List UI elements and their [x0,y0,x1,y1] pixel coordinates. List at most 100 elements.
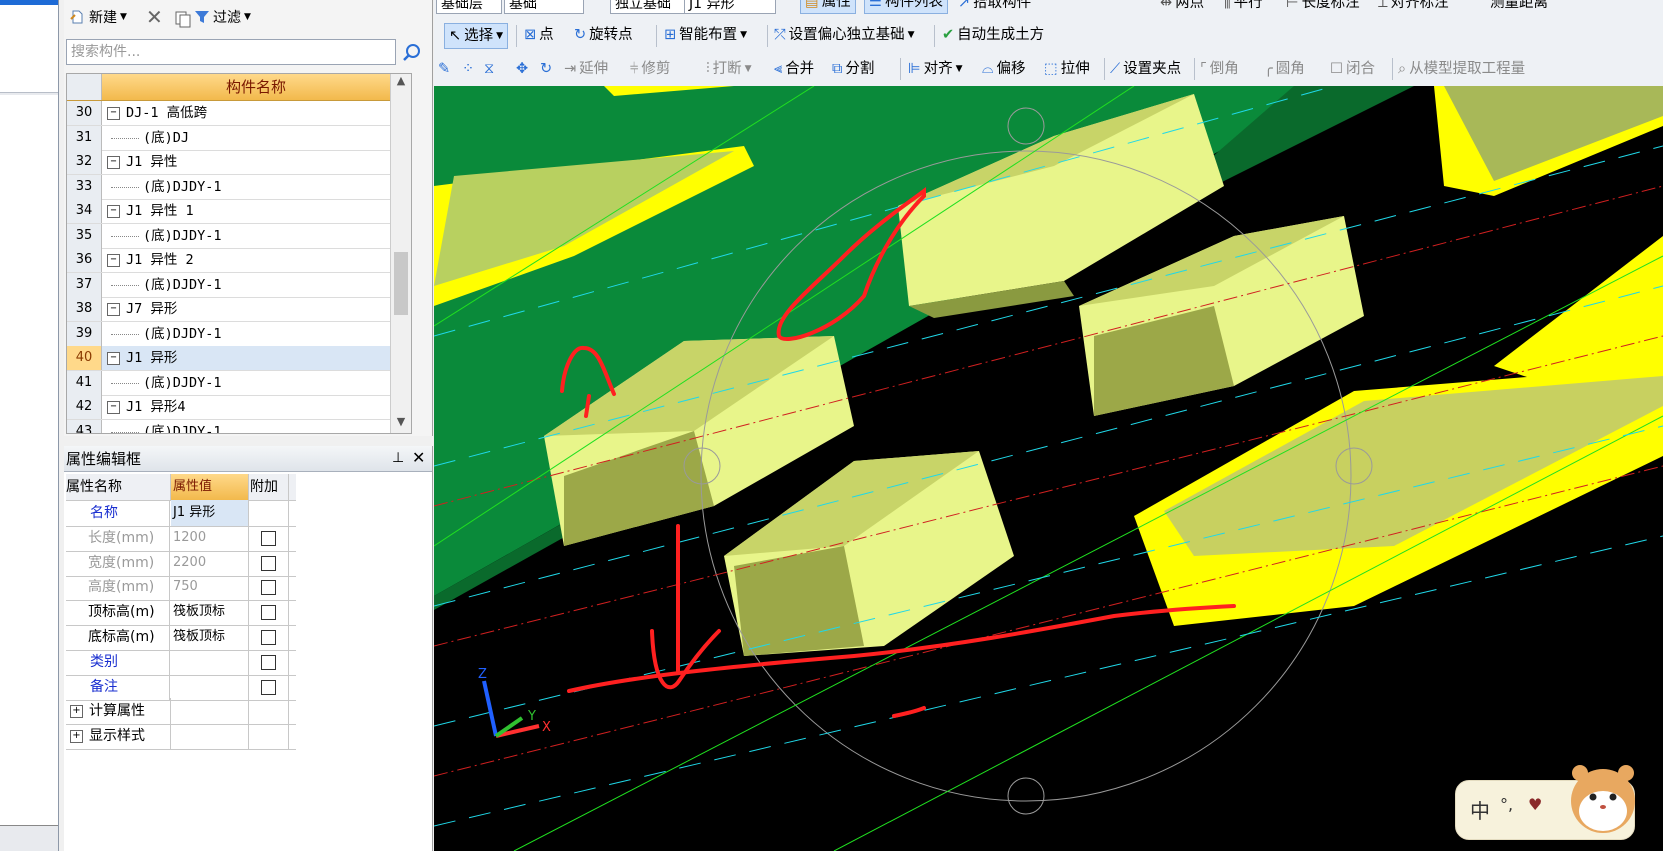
brush-tool-button[interactable]: ✎ [438,56,450,82]
filter-button[interactable]: 过滤 ▼ [194,6,251,28]
left-strip-row[interactable] [0,5,58,35]
ime-toolbar[interactable]: 中 °, ♥ [1455,765,1635,840]
pin-icon[interactable]: ⊥ [392,450,408,468]
stretch-button[interactable]: ⬚ 拉伸 [1044,56,1090,82]
property-row[interactable]: 备注 [66,673,296,701]
table-row[interactable]: 37 (底)DJDY-1 [67,272,411,298]
property-value[interactable]: 筏板顶标 [171,624,249,650]
extra-checkbox[interactable] [261,654,276,670]
component-list-button[interactable]: ☰ 构件列表 [864,0,948,14]
table-row[interactable]: 43 (底)DJDY-1 [67,419,411,433]
property-value[interactable] [171,673,249,700]
property-value[interactable]: 750 [171,574,249,601]
extra-checkbox[interactable] [261,580,276,596]
align-button[interactable]: ⊫ 对齐 ▼ [908,56,963,82]
measure-distance-button[interactable]: 测量距离 [1490,0,1548,16]
mirror-point-button[interactable]: ⁘ [462,56,474,82]
property-row[interactable]: 宽度(mm) 2200 [66,549,296,577]
property-row[interactable]: + 计算属性 [66,698,296,726]
merge-button[interactable]: ⫷ 合并 [774,56,814,82]
grid-scrollbar[interactable]: ▲ ▼ [390,74,411,433]
property-row[interactable]: 高度(mm) 750 [66,574,296,602]
property-value[interactable]: 1200 [171,524,249,551]
property-row[interactable]: 类别 [66,648,296,676]
extra-checkbox[interactable] [261,605,276,621]
set-offset-button[interactable]: ⤱ 设置偏心独立基础 ▼ [774,22,915,48]
table-row[interactable]: 35 (底)DJDY-1 [67,223,411,249]
table-row[interactable]: 30− DJ-1 高低跨 [67,101,411,126]
select-button[interactable]: ↖ 选择 ▼ [444,23,509,49]
point-button[interactable]: ⊠ 点 [524,22,554,48]
collapse-icon[interactable]: − [107,400,120,414]
two-points-button[interactable]: ⇹ 两点 [1160,0,1204,16]
collapse-icon[interactable]: − [107,155,120,169]
properties-button[interactable]: ▤ 属性 [800,0,856,14]
fillet-button[interactable]: ╭ 圆角 [1264,56,1305,82]
skin-icon[interactable]: ♥ [1528,795,1542,814]
orbit-handle[interactable] [1007,777,1045,815]
property-row[interactable]: + 显示样式 [66,723,296,751]
split-button[interactable]: ⧉ 分割 [832,56,874,82]
left-strip-row[interactable] [0,34,58,64]
property-value[interactable] [171,648,249,675]
new-button[interactable]: 新建 ▼ [70,6,127,28]
close-shape-button[interactable]: ☐ 闭合 [1330,56,1375,82]
component-search-input[interactable]: 搜索构件... [66,39,396,65]
set-grip-button[interactable]: ⟋ 设置夹点 [1110,56,1181,82]
expand-icon[interactable]: + [70,729,83,743]
table-row[interactable]: 31 (底)DJ [67,125,411,151]
floor-select[interactable]: 基础层 [436,0,502,14]
extract-quantity-button[interactable]: ⌕ 从模型提取工程量 [1398,56,1525,82]
table-row[interactable]: 34− J1 异性 1 [67,199,411,224]
property-value[interactable]: 2200 [171,549,249,576]
table-row[interactable]: 39 (底)DJDY-1 [67,321,411,347]
property-row[interactable]: 名称 J1 异形 [66,500,296,527]
extra-checkbox[interactable] [261,555,276,571]
ime-mode-label[interactable]: 中 [1470,795,1490,824]
extra-checkbox[interactable] [261,679,276,695]
close-icon[interactable]: ✕ [412,448,430,468]
extend-button[interactable]: ⇥ 延伸 [564,56,608,82]
category-select[interactable]: 基础 [504,0,584,14]
property-row[interactable]: 顶标高(m) 筏板顶标 [66,599,296,627]
collapse-icon[interactable]: − [107,351,120,365]
left-strip-row[interactable] [0,63,58,93]
scroll-up-icon[interactable]: ▲ [391,74,411,92]
model-viewport[interactable]: Z Y X [434,86,1663,851]
property-value[interactable]: 筏板顶标 [171,599,249,626]
search-icon[interactable] [400,41,424,65]
property-value[interactable] [171,698,249,725]
extra-checkbox[interactable] [261,530,276,546]
collapse-icon[interactable]: − [107,204,120,218]
table-row[interactable]: 41 (底)DJDY-1 [67,370,411,396]
mirror-button[interactable]: ⧖ [484,56,494,82]
table-row[interactable]: 36− J1 异性 2 [67,248,411,273]
scroll-thumb[interactable] [394,252,408,315]
copy-icon[interactable] [174,10,192,28]
table-row[interactable]: 32− J1 异性 [67,150,411,175]
scroll-down-icon[interactable]: ▼ [391,415,411,433]
property-row[interactable]: 底标高(m) 筏板顶标 [66,624,296,651]
collapse-icon[interactable]: − [107,253,120,267]
collapse-icon[interactable]: − [107,302,120,316]
property-row[interactable]: 长度(mm) 1200 [66,524,296,552]
parallel-button[interactable]: ⫼ 平行 [1224,0,1263,16]
smart-layout-button[interactable]: ⊞ 智能布置 ▼ [664,22,747,48]
offset-button[interactable]: ⌓ 偏移 [982,56,1025,82]
align-dim-button[interactable]: ⟂ 对齐标注 [1378,0,1449,16]
trim-button[interactable]: ⫩ 修剪 [630,56,670,82]
ime-punct-label[interactable]: °, [1500,795,1513,814]
component-select[interactable]: J1 异形 [684,0,776,14]
extra-checkbox[interactable] [261,630,276,645]
delete-icon[interactable]: ✕ [146,5,163,29]
grid-header-name[interactable]: 构件名称 [101,74,411,100]
table-row[interactable]: 42− J1 异形4 [67,395,411,420]
table-row[interactable]: 38− J7 异形 [67,297,411,322]
table-row[interactable]: 40− J1 异形 [67,346,411,371]
collapse-icon[interactable]: − [107,106,120,120]
table-row[interactable]: 33 (底)DJDY-1 [67,174,411,200]
rotate-button[interactable]: ↻ [540,56,552,82]
expand-icon[interactable]: + [70,704,83,718]
move-button[interactable]: ✥ [516,56,528,82]
foundation-box[interactable] [724,451,1014,656]
